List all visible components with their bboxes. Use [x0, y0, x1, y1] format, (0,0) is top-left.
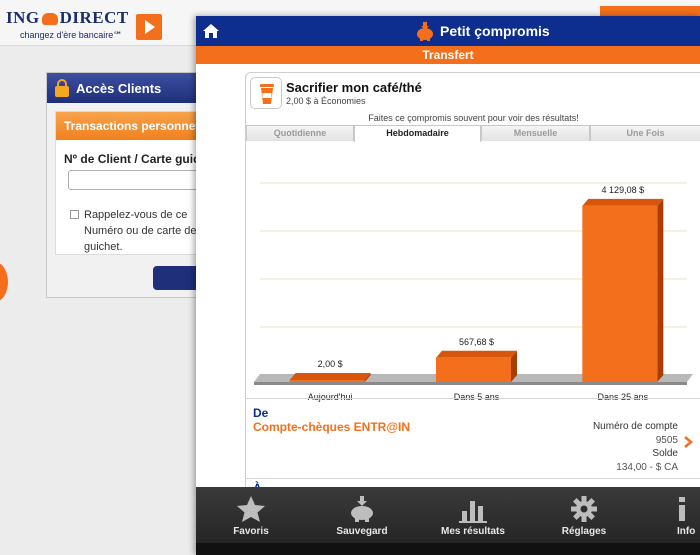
balance-value: 134,00 - $ CA: [616, 462, 678, 473]
chart-floor-edge: [254, 382, 687, 385]
nav-mes-resultats[interactable]: Mes résultats: [418, 487, 528, 543]
compromise-card: Sacrifier mon café/thé 2,00 $ à Économie…: [245, 72, 700, 487]
app-window: Petit çompromis Transfert Sacrifier mon …: [196, 16, 700, 555]
tab-mensuelle[interactable]: Mensuelle: [481, 125, 590, 141]
bar-top: [436, 350, 517, 358]
nav-label: Mes résultats: [441, 526, 505, 537]
remember-text: Rappelez-vous de ce Numéro ou de carte d…: [84, 209, 197, 253]
nav-label: Sauvegard: [336, 526, 388, 537]
frequency-tabs: Quotidienne Hebdomadaire Mensuelle Une F…: [246, 125, 700, 142]
bar-top: [582, 198, 664, 206]
from-label: De: [253, 406, 269, 420]
ing-direct-logo[interactable]: ING DIRECT changez d'ère bancaire℠: [6, 8, 162, 42]
client-number-input[interactable]: [68, 170, 210, 190]
tab-quotidienne[interactable]: Quotidienne: [246, 125, 354, 141]
info-icon: [679, 497, 685, 521]
bottom-nav: Favoris Sauvegard Mes résultats Réglages…: [196, 487, 700, 543]
account-number-label: Numéro de compte: [592, 421, 678, 432]
play-arrow-icon[interactable]: [136, 14, 162, 40]
side-orange-tab[interactable]: [0, 262, 8, 302]
nav-favoris[interactable]: Favoris: [196, 487, 306, 543]
remember-checkbox[interactable]: [70, 210, 79, 219]
tab-une-fois[interactable]: Une Fois: [590, 125, 700, 141]
x-tick-label: Dans 25 ans: [598, 392, 649, 402]
sacrifice-title: Sacrifier mon café/thé: [286, 80, 422, 95]
app-title: Petit çompromis: [440, 23, 550, 39]
x-tick-label: Aujourd'hui: [308, 392, 353, 402]
balance-label: Solde: [652, 448, 678, 459]
star-icon: [237, 496, 265, 522]
coffee-cup-icon: [260, 84, 274, 104]
nav-label: Réglages: [561, 526, 607, 537]
login-box: Accès Clients Transactions personnelles …: [46, 72, 223, 298]
nav-label: Favoris: [233, 526, 269, 537]
home-icon[interactable]: [202, 22, 220, 40]
coffee-icon-box: [250, 77, 282, 109]
piggy-bank-icon: [351, 496, 373, 522]
bar-chart-icon: [459, 501, 487, 523]
savings-chart: 2,00 $ Aujourd'hui 567,68 $ Dans 5 ans 4 129…: [246, 143, 700, 403]
brand-name-right: DIRECT: [59, 8, 129, 27]
section-bar: Transfert: [196, 46, 700, 64]
nav-sauvegard[interactable]: Sauvegard: [307, 487, 417, 543]
app-topbar: Petit çompromis: [196, 16, 700, 46]
bar-value-label: 4 129,08 $: [602, 185, 645, 195]
piggy-bank-icon: [417, 22, 433, 41]
bar-value-label: 567,68 $: [459, 337, 494, 347]
from-account-name[interactable]: Compte-chèques ENTR@IN: [253, 420, 410, 434]
sacrifice-subtitle: 2,00 $ à Économies: [286, 96, 366, 106]
nav-label: Info: [677, 526, 696, 537]
lock-icon: [55, 79, 69, 97]
tab-hebdomadaire[interactable]: Hebdomadaire: [354, 125, 481, 142]
gear-icon: [571, 496, 597, 522]
client-number-label: Nº de Client / Carte guichet: [64, 152, 218, 166]
login-title-bar: Accès Clients: [47, 73, 215, 103]
divider: [246, 478, 700, 479]
section-title: Transfert: [422, 48, 474, 62]
nav-info[interactable]: Info: [640, 487, 700, 543]
hint-text: Faites ce çompromis souvent pour voir de…: [368, 113, 579, 123]
login-panel-title: Transactions personnelles: [64, 119, 216, 133]
account-number: 9505: [655, 435, 678, 446]
bar: [436, 357, 511, 382]
bar-side: [657, 198, 664, 382]
bar-value-label: 2,00 $: [318, 359, 343, 369]
brand-name-left: ING: [6, 8, 40, 27]
login-panel-header: Transactions personnelles: [56, 112, 215, 140]
window-bottom-edge: [196, 543, 700, 555]
chevron-right-icon[interactable]: [682, 436, 694, 448]
divider: [246, 398, 700, 399]
brand-tagline: changez d'ère bancaire℠: [20, 30, 123, 40]
login-panel: Transactions personnelles Nº de Client /…: [55, 111, 218, 255]
bar-top: [289, 373, 371, 380]
login-title: Accès Clients: [76, 81, 162, 96]
bar: [289, 380, 365, 382]
content-area: Sacrifier mon café/thé 2,00 $ à Économie…: [196, 64, 700, 487]
chart-svg: 2,00 $ Aujourd'hui 567,68 $ Dans 5 ans 4 129…: [254, 182, 693, 402]
lion-icon: [41, 13, 58, 26]
bar: [582, 205, 658, 382]
x-tick-label: Dans 5 ans: [454, 392, 500, 402]
nav-reglages[interactable]: Réglages: [529, 487, 639, 543]
